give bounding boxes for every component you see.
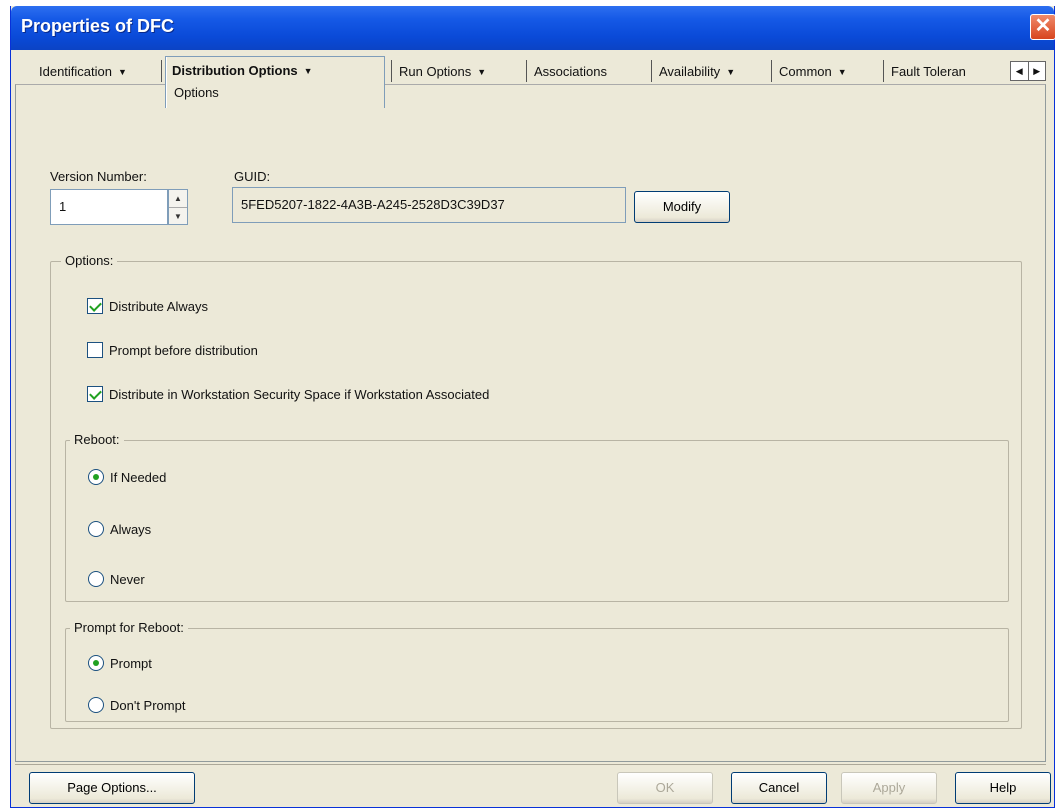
distribute-workstation-label: Distribute in Workstation Security Space… bbox=[109, 386, 490, 402]
prompt-reboot-group: Prompt for Reboot: Prompt Don't Prompt bbox=[65, 620, 1009, 722]
version-number-input[interactable]: 1 bbox=[50, 189, 168, 225]
properties-dialog: Properties of DFC ✕ Identification ▼ Dist… bbox=[10, 6, 1055, 808]
guid-field: 5FED5207-1822-4A3B-A245-2528D3C39D37 bbox=[232, 187, 626, 223]
tab-identification[interactable]: Identification ▼ bbox=[33, 58, 127, 86]
tab-label: Distribution Options bbox=[172, 63, 298, 78]
distribute-always-row[interactable]: Distribute Always bbox=[87, 298, 208, 314]
subtab-options[interactable]: Options bbox=[174, 85, 219, 101]
tab-content-pane: Version Number: 1 ▲ ▼ GUID: 5FED5207-182… bbox=[15, 84, 1046, 762]
modify-button[interactable]: Modify bbox=[634, 191, 730, 223]
prompt-radio[interactable] bbox=[88, 655, 104, 671]
tab-fault-tolerance[interactable]: Fault Toleran bbox=[885, 58, 995, 86]
dropdown-arrow-icon[interactable]: ▼ bbox=[304, 66, 313, 76]
tab-label: Fault Toleran bbox=[891, 64, 966, 79]
dont-prompt-label: Don't Prompt bbox=[110, 697, 186, 713]
tab-scroll-buttons: ◀ ▶ bbox=[1010, 61, 1046, 81]
dropdown-arrow-icon[interactable]: ▼ bbox=[118, 67, 127, 77]
reboot-never-row[interactable]: Never bbox=[88, 571, 145, 587]
version-number-spinner[interactable]: ▲ ▼ bbox=[168, 189, 188, 225]
reboot-never-radio[interactable] bbox=[88, 571, 104, 587]
tab-availability[interactable]: Availability ▼ bbox=[653, 58, 735, 86]
dont-prompt-radio[interactable] bbox=[88, 697, 104, 713]
distribute-workstation-checkbox[interactable] bbox=[87, 386, 103, 402]
reboot-group: Reboot: If Needed Always Never bbox=[65, 432, 1009, 602]
tab-divider bbox=[161, 60, 162, 82]
ok-button[interactable]: OK bbox=[617, 772, 713, 804]
dont-prompt-row[interactable]: Don't Prompt bbox=[88, 697, 185, 713]
version-number-label: Version Number: bbox=[50, 169, 147, 184]
help-button[interactable]: Help bbox=[955, 772, 1051, 804]
prompt-label: Prompt bbox=[110, 655, 152, 671]
reboot-always-label: Always bbox=[110, 521, 152, 537]
prompt-row[interactable]: Prompt bbox=[88, 655, 152, 671]
prompt-reboot-group-title: Prompt for Reboot: bbox=[70, 620, 188, 635]
options-group: Options: Distribute Always Prompt before… bbox=[50, 253, 1022, 729]
prompt-before-label: Prompt before distribution bbox=[109, 342, 258, 358]
tab-label: Run Options bbox=[399, 64, 472, 79]
tab-divider bbox=[883, 60, 884, 82]
cancel-button[interactable]: Cancel bbox=[731, 772, 827, 804]
spin-down-icon[interactable]: ▼ bbox=[169, 207, 187, 224]
footer-divider bbox=[15, 764, 1046, 765]
reboot-if-needed-row[interactable]: If Needed bbox=[88, 469, 166, 485]
prompt-before-checkbox[interactable] bbox=[87, 342, 103, 358]
title-bar: Properties of DFC ✕ bbox=[11, 6, 1055, 50]
distribute-always-label: Distribute Always bbox=[109, 298, 208, 314]
prompt-before-row[interactable]: Prompt before distribution bbox=[87, 342, 258, 358]
reboot-always-row[interactable]: Always bbox=[88, 521, 151, 537]
tab-associations[interactable]: Associations bbox=[528, 58, 607, 86]
reboot-never-label: Never bbox=[110, 571, 145, 587]
tab-divider bbox=[391, 60, 392, 82]
tab-divider bbox=[771, 60, 772, 82]
tab-common[interactable]: Common ▼ bbox=[773, 58, 847, 86]
scroll-left-icon[interactable]: ◀ bbox=[1011, 62, 1028, 80]
reboot-if-needed-label: If Needed bbox=[110, 469, 167, 485]
tab-divider bbox=[651, 60, 652, 82]
tab-divider bbox=[526, 60, 527, 82]
reboot-if-needed-radio[interactable] bbox=[88, 469, 104, 485]
tab-label: Availability bbox=[659, 64, 721, 79]
dropdown-arrow-icon[interactable]: ▼ bbox=[838, 67, 847, 77]
options-group-title: Options: bbox=[61, 253, 118, 268]
tab-label: Common bbox=[779, 64, 832, 79]
scroll-right-icon[interactable]: ▶ bbox=[1027, 62, 1046, 80]
window-title: Properties of DFC bbox=[21, 16, 175, 36]
tab-label: Associations bbox=[534, 64, 607, 79]
distribute-workstation-row[interactable]: Distribute in Workstation Security Space… bbox=[87, 386, 489, 402]
tab-distribution-options[interactable]: Distribution Options ▼ Options bbox=[165, 56, 385, 108]
tab-run-options[interactable]: Run Options ▼ bbox=[393, 58, 486, 86]
close-icon[interactable]: ✕ bbox=[1030, 14, 1055, 40]
tab-label: Identification bbox=[39, 64, 112, 79]
guid-label: GUID: bbox=[234, 169, 271, 184]
dropdown-arrow-icon[interactable]: ▼ bbox=[726, 67, 735, 77]
distribute-always-checkbox[interactable] bbox=[87, 298, 103, 314]
apply-button[interactable]: Apply bbox=[841, 772, 937, 804]
spin-up-icon[interactable]: ▲ bbox=[169, 190, 187, 207]
reboot-always-radio[interactable] bbox=[88, 521, 104, 537]
page-options-button[interactable]: Page Options... bbox=[29, 772, 195, 804]
reboot-group-title: Reboot: bbox=[70, 432, 124, 447]
dropdown-arrow-icon[interactable]: ▼ bbox=[477, 67, 486, 77]
